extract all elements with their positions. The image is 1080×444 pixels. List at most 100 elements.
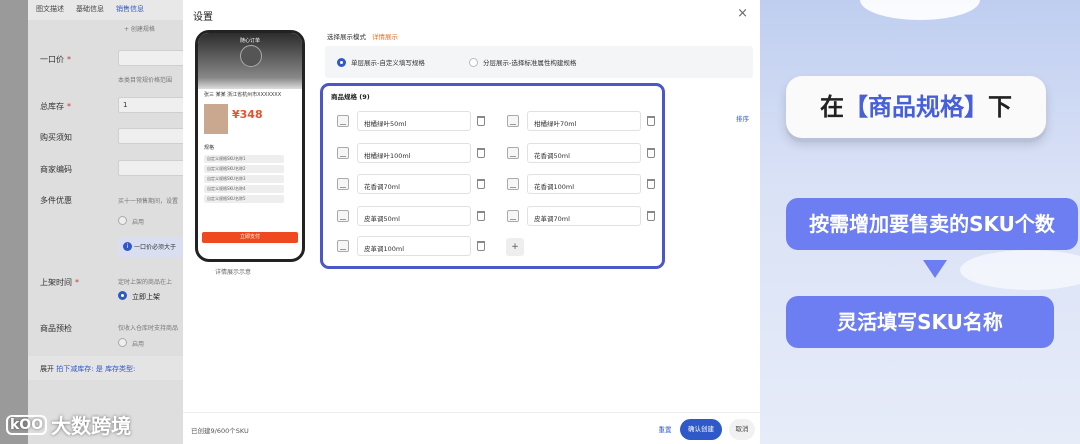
product-price: ¥348 [232,108,263,121]
phone-caption: 详情展示示意 [215,269,252,276]
trash-icon[interactable] [477,116,485,126]
modal-footer: 已创建9/600个SKU 重置 确认创建 取消 [183,412,760,444]
watermark-logo: kOO [6,414,48,435]
promo-panel: 在【商品规格】下 按需增加要售卖的SKU个数 灵活填写SKU名称 [760,0,1080,444]
cancel-button[interactable]: 取消 [729,419,755,440]
phone-preview: 随心订单 张三 某某 浙江省杭州市XXXXXXX ¥348 规格 自定义规格SK… [195,30,305,262]
confirm-button[interactable]: 确认创建 [680,419,722,440]
phone-address: 张三 某某 浙江省杭州市XXXXXXX [204,92,282,98]
listing-now-label: 立即上架 [132,293,160,301]
watermark-text: 大数跨境 [51,414,132,438]
image-icon[interactable] [337,147,349,159]
sku-name-input[interactable]: 花香调70ml [357,174,471,194]
create-spec-button[interactable]: + 创建规格 [124,24,155,33]
image-icon[interactable] [507,115,519,127]
image-icon[interactable] [337,115,349,127]
stock-type[interactable]: 库存类型: [105,365,135,373]
trash-icon[interactable] [647,148,655,158]
trash-icon[interactable] [477,148,485,158]
tab-sales[interactable]: 销售信息 [116,4,144,16]
sku-row: 花香调100ml [501,174,661,194]
trash-icon[interactable] [647,116,655,126]
sku-row: 皮革调100ml [331,236,491,256]
sku-name-input[interactable]: 皮革调70ml [527,206,641,226]
promo-card-spec: 在【商品规格】下 [786,76,1046,138]
sku-name-input[interactable]: 皮革调100ml [357,236,471,256]
mode-selector: 单层展示-自定义填写规格 分层展示-选择标准属性构建规格 [325,46,753,78]
sku-row: 柑橘绿叶100ml [331,143,491,163]
watermark: kOO 大数跨境 [6,410,131,439]
field-label-price: 一口价 * [40,55,71,64]
stock-input[interactable]: 1 [118,97,188,113]
multi-enable-checkbox[interactable] [118,216,127,225]
mode-single-label[interactable]: 单层展示-自定义填写规格 [351,57,425,67]
sku-row: 皮革调70ml [501,206,661,226]
tab-desc[interactable]: 图文描述 [36,4,64,16]
trash-icon[interactable] [477,211,485,221]
sku-row: 柑橘绿叶50ml [331,111,491,131]
field-label-notice: 购买须知 [40,133,72,142]
notice-input[interactable] [118,128,188,144]
promo-card-sku-name: 灵活填写SKU名称 [786,296,1054,348]
mode-detail-link[interactable]: 详情展示 [372,33,398,41]
field-label-stock: 总库存 * [40,102,71,111]
price-note: 本类目常规价格范围 [118,77,173,84]
phone-spec-chip: 自定义规格SKU名称2 [204,165,284,173]
precheck-note: 仅收入仓库时支持商品 [118,325,179,332]
field-label-listing: 上架时间 * [40,278,79,287]
phone-spec-chip: 自定义规格SKU名称5 [204,195,284,203]
trash-icon[interactable] [477,241,485,251]
sku-name-input[interactable]: 花香调50ml [527,143,641,163]
phone-product: ¥348 [202,104,298,138]
sku-row: 花香调70ml [331,174,491,194]
expand-link[interactable]: 展开 [40,365,54,373]
trash-icon[interactable] [647,179,655,189]
info-banner: i 一口价必须大于 [118,237,188,257]
image-icon[interactable] [337,240,349,252]
image-icon[interactable] [507,210,519,222]
image-icon[interactable] [507,178,519,190]
arrow-down-icon [923,260,947,278]
sort-link[interactable]: 排序 [736,113,749,123]
mode-layered-radio[interactable] [469,58,478,67]
field-label-multi: 多件优惠 [40,196,72,205]
sku-name-input[interactable]: 皮革调50ml [357,206,471,226]
field-label-precheck: 商品预检 [40,324,72,333]
trash-icon[interactable] [647,211,655,221]
multi-note: 买十一预售期间，设置 [118,198,179,205]
close-icon[interactable]: × [737,6,748,21]
image-icon[interactable] [507,147,519,159]
tab-basic[interactable]: 基础信息 [76,4,104,16]
sku-name-input[interactable]: 柑橘绿叶50ml [357,111,471,131]
sidebar-strip [0,0,28,444]
image-icon[interactable] [337,178,349,190]
price-input[interactable] [118,50,188,66]
phone-shop-name: 随心订单 [239,38,260,44]
mode-single-radio[interactable] [337,58,346,67]
sku-name-input[interactable]: 柑橘绿叶70ml [527,111,641,131]
info-icon: i [123,242,132,251]
phone-spec-title: 规格 [204,145,215,151]
add-sku-button[interactable]: + [506,238,524,256]
listing-now-radio[interactable] [118,291,127,300]
code-input[interactable] [118,160,188,176]
listing-note: 定时上架的商品在上 [118,279,173,286]
precheck-enable-label: 启用 [132,341,145,348]
stock-mode[interactable]: 拍下减库存: 是 [56,365,103,373]
avatar [240,45,262,67]
multi-enable-label: 启用 [132,219,145,226]
sku-name-input[interactable]: 柑橘绿叶100ml [357,143,471,163]
mode-layered-label[interactable]: 分层展示-选择标准属性构建规格 [483,57,576,67]
reset-button[interactable]: 重置 [653,421,677,439]
field-label-code: 商家编码 [40,165,72,174]
precheck-checkbox[interactable] [118,338,127,347]
phone-spec-chip: 自定义规格SKU名称3 [204,175,284,183]
spec-title: 商品规格 (9) [331,93,370,101]
trash-icon[interactable] [477,179,485,189]
product-image [204,104,228,134]
sku-row: 花香调50ml [501,143,661,163]
sku-name-input[interactable]: 花香调100ml [527,174,641,194]
form-tabs: 图文描述 基础信息 销售信息 [28,0,188,20]
image-icon[interactable] [337,210,349,222]
phone-header: 随心订单 [198,33,302,89]
